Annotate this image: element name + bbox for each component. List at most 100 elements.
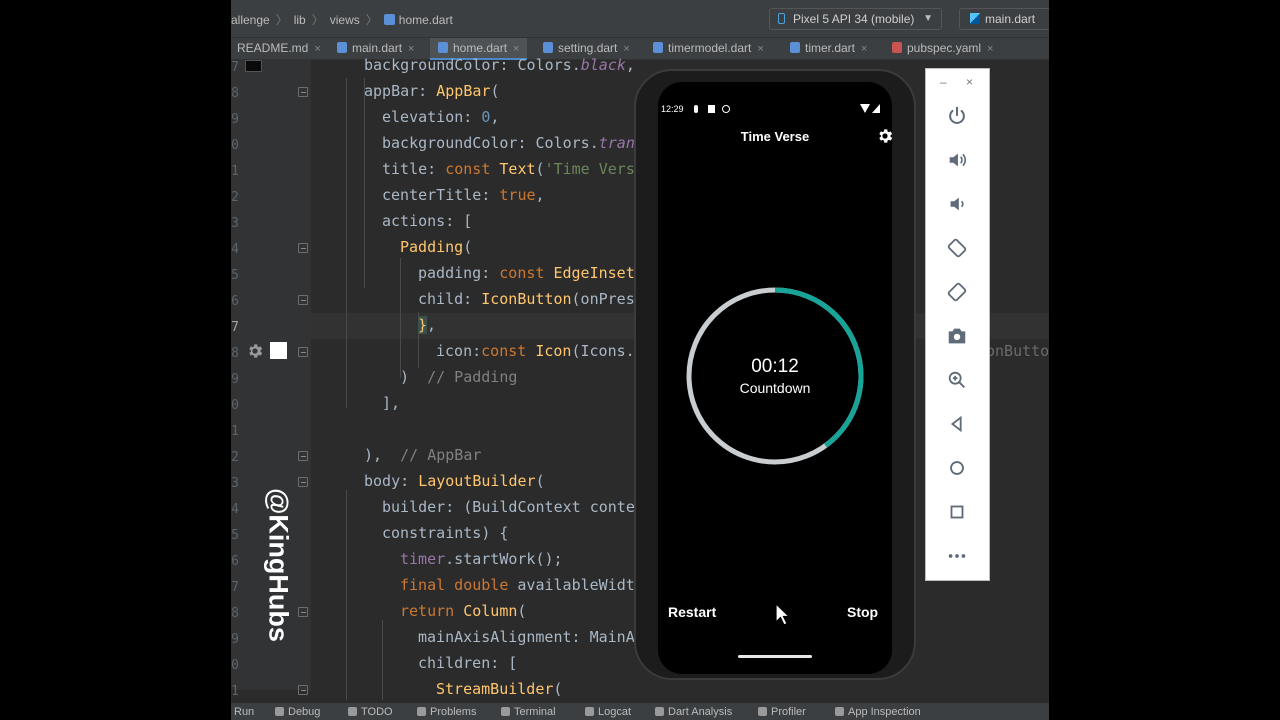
fold-marker[interactable] — [298, 685, 308, 695]
line-number: 2 — [231, 450, 239, 465]
code-overflow-text: onButto — [986, 342, 1049, 360]
notification-icon — [694, 105, 698, 113]
code-line: ], — [382, 394, 401, 412]
overview-icon[interactable] — [946, 501, 968, 523]
code-line: elevation: 0, — [382, 108, 500, 126]
code-line: backgroundColor: Colors.tran — [382, 134, 635, 152]
line-number: 9 — [231, 112, 239, 127]
code-line: return Column( — [400, 602, 527, 620]
line-number: 7 — [231, 60, 239, 75]
watermark: @KingHubs — [258, 470, 298, 660]
line-number: 7 — [231, 580, 239, 595]
inspection-icon — [835, 707, 844, 716]
terminal-tool-button[interactable]: Terminal — [501, 706, 556, 718]
close-button[interactable]: × — [966, 75, 973, 89]
logcat-icon — [585, 707, 594, 716]
settings-icon[interactable] — [876, 127, 896, 147]
list-icon — [348, 707, 357, 716]
app-title: Time Verse — [740, 129, 810, 144]
code-line: body: LayoutBuilder( — [364, 472, 545, 490]
restart-button[interactable]: Restart — [668, 604, 716, 620]
code-line: actions: [ — [382, 212, 473, 230]
line-number: 2 — [231, 190, 239, 205]
rotate-left-icon[interactable] — [946, 237, 968, 259]
emulator-toolbar: – × — [925, 68, 990, 581]
back-icon[interactable] — [946, 413, 968, 435]
code-line: builder: (BuildContext conte — [382, 498, 635, 516]
fold-marker[interactable] — [298, 451, 308, 461]
code-line: appBar: AppBar( — [364, 82, 500, 100]
todo-tool-button[interactable]: TODO — [348, 706, 393, 718]
stop-button[interactable]: Stop — [847, 604, 878, 620]
power-icon[interactable] — [946, 105, 968, 127]
gear-icon[interactable] — [246, 342, 264, 360]
code-line: }, — [418, 316, 437, 334]
line-number: 1 — [231, 684, 239, 699]
color-swatch-white — [270, 342, 287, 359]
fold-marker[interactable] — [298, 87, 308, 97]
line-number: 3 — [231, 476, 239, 491]
code-line: icon:const Icon(Icons. — [436, 342, 635, 360]
problems-tool-button[interactable]: Problems — [417, 706, 476, 718]
line-number: 8 — [231, 346, 239, 361]
fold-marker[interactable] — [298, 347, 308, 357]
line-number: 0 — [231, 398, 239, 413]
terminal-icon — [501, 707, 510, 716]
dart-analysis-tool-button[interactable]: Dart Analysis — [655, 706, 732, 718]
line-number: 8 — [231, 86, 239, 101]
wifi-icon — [860, 104, 870, 113]
code-line: ) // Padding — [400, 368, 518, 386]
line-number: 0 — [231, 138, 239, 153]
sim-icon — [708, 105, 715, 113]
code-line: centerTitle: true, — [382, 186, 545, 204]
bug-icon — [275, 707, 284, 716]
code-line: ), // AppBar — [364, 446, 482, 464]
status-time: 12:29 — [661, 104, 684, 114]
fold-marker[interactable] — [298, 243, 308, 253]
code-line: final double availableWidt — [400, 576, 635, 594]
line-number: 4 — [231, 502, 239, 517]
volume-up-icon[interactable] — [946, 149, 968, 171]
color-swatch-black — [245, 60, 262, 72]
home-indicator[interactable] — [738, 655, 812, 658]
fold-marker[interactable] — [298, 607, 308, 617]
line-number: 1 — [231, 164, 239, 179]
tool-label: App Inspection — [848, 706, 921, 718]
tool-label: Logcat — [598, 706, 632, 718]
tool-window-bar: Run Debug TODO Problems Terminal Logcat … — [231, 703, 1049, 720]
line-number: 9 — [231, 632, 239, 647]
tool-label: TODO — [361, 706, 393, 718]
tool-label: Dart Analysis — [668, 706, 733, 718]
tool-label: Profiler — [771, 706, 806, 718]
logcat-tool-button[interactable]: Logcat — [585, 706, 631, 718]
minimize-button[interactable]: – — [940, 75, 947, 89]
line-number: 9 — [231, 372, 239, 387]
zoom-icon[interactable] — [946, 369, 968, 391]
code-line: title: const Text('Time Vers — [382, 160, 635, 178]
code-line: Padding( — [400, 238, 473, 256]
code-line: StreamBuilder( — [436, 680, 563, 698]
dart-icon — [655, 707, 664, 716]
tool-label: Problems — [430, 706, 477, 718]
app-inspection-tool-button[interactable]: App Inspection — [835, 706, 921, 718]
code-line: backgroundColor: Colors.black, — [364, 56, 635, 74]
line-number: 3 — [231, 216, 239, 231]
more-icon[interactable] — [946, 545, 968, 567]
profiler-tool-button[interactable]: Profiler — [758, 706, 806, 718]
home-icon[interactable] — [946, 457, 968, 479]
code-line: mainAxisAlignment: MainA — [418, 628, 635, 646]
tool-label: Terminal — [514, 706, 556, 718]
code-line: child: IconButton(onPres — [418, 290, 635, 308]
volume-down-icon[interactable] — [946, 193, 968, 215]
run-tool-button[interactable]: Run — [234, 706, 254, 718]
code-line: timer.startWork(); — [400, 550, 563, 568]
debug-tool-button[interactable]: Debug — [275, 706, 320, 718]
tool-label: Debug — [288, 706, 321, 718]
code-line: children: [ — [418, 654, 518, 672]
rotate-right-icon[interactable] — [946, 281, 968, 303]
fold-marker[interactable] — [298, 295, 308, 305]
sync-icon — [722, 105, 730, 113]
fold-marker[interactable] — [298, 477, 308, 487]
line-number: 5 — [231, 268, 239, 283]
camera-icon[interactable] — [946, 325, 968, 347]
